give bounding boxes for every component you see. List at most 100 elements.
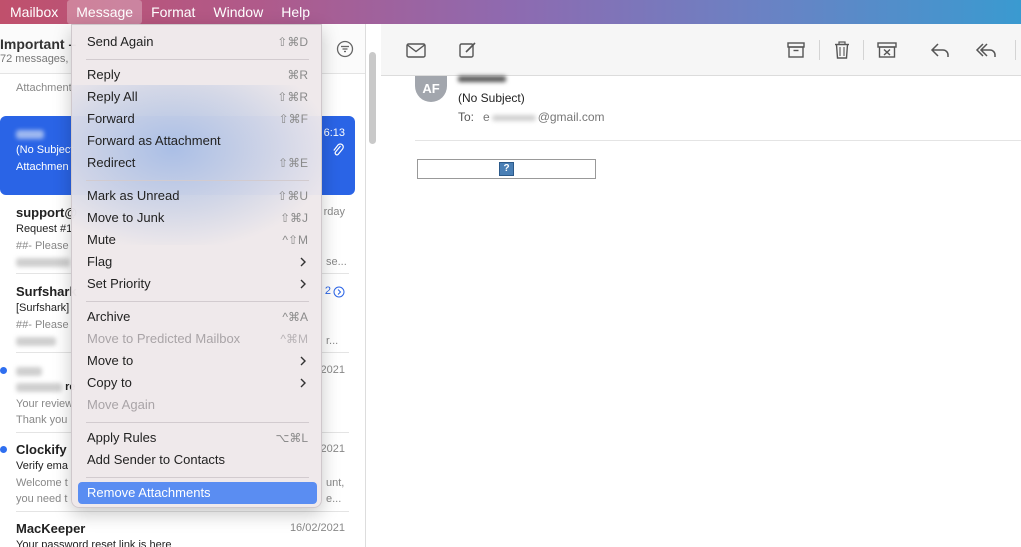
menu-item-forward[interactable]: Forward ⇧⌘F <box>78 108 317 130</box>
message-date: 2021 <box>320 443 345 455</box>
menu-item-shortcut: ⇧⌘R <box>277 90 308 104</box>
list-scrollbar[interactable] <box>369 52 376 144</box>
broken-image-icon: ? <box>499 162 514 176</box>
menu-item-send-again[interactable]: Send Again ⇧⌘D <box>78 31 317 53</box>
message-date: 16/02/2021 <box>289 522 345 534</box>
menu-item-label: Move to Junk <box>87 210 165 225</box>
menu-item-shortcut: ⇧⌘D <box>277 35 308 49</box>
menubar-help[interactable]: Help <box>272 0 319 24</box>
menu-item-label: Forward <box>87 111 135 126</box>
menu-item-reply[interactable]: Reply ⌘R <box>78 64 317 86</box>
menu-item-label: Reply <box>87 67 121 82</box>
message-preview: ##- Please <box>16 240 69 252</box>
menu-item-add-sender-to-contacts[interactable]: Add Sender to Contacts <box>78 449 317 471</box>
message-date: 2021 <box>320 364 345 376</box>
menu-item-shortcut: ^⌘A <box>282 310 308 324</box>
menu-item-remove-attachments[interactable]: Remove Attachments <box>78 482 317 504</box>
menubar-message[interactable]: Message <box>67 0 143 24</box>
message-date: rday <box>323 206 345 218</box>
menu-item-label: Archive <box>87 309 131 324</box>
menubar-window[interactable]: Window <box>204 0 272 24</box>
reply-icon[interactable] <box>929 40 951 60</box>
menu-item-shortcut: ⇧⌘U <box>277 189 308 203</box>
menu-item-archive[interactable]: Archive ^⌘A <box>78 306 317 328</box>
menu-item-label: Mark as Unread <box>87 188 180 203</box>
menubar-format[interactable]: Format <box>142 0 204 24</box>
message-sender <box>16 126 44 141</box>
message-date: 2 <box>324 285 331 297</box>
list-item[interactable]: MacKeeper 16/02/2021 Your password reset… <box>0 516 355 547</box>
message-preview-line2 <box>16 335 56 347</box>
menu-item-move-to[interactable]: Move to <box>78 350 317 372</box>
menu-item-label: Mute <box>87 232 116 247</box>
toolbar-divider <box>1015 40 1016 60</box>
message-subject-header: (No Subject) <box>458 91 525 105</box>
new-message-envelope-icon[interactable] <box>405 40 427 60</box>
menu-item-label: Set Priority <box>87 276 151 291</box>
message-sender: MacKeeper <box>16 521 86 536</box>
menu-item-shortcut: ^⌘M <box>280 332 308 346</box>
submenu-chevron-icon <box>300 257 306 267</box>
missing-image-placeholder: ? <box>417 159 596 179</box>
unread-dot <box>0 446 7 453</box>
message-preview: ##- Please <box>16 319 69 331</box>
menu-item-shortcut: ^⇧M <box>282 233 308 247</box>
submenu-chevron-icon <box>300 356 306 366</box>
thread-chevron-icon[interactable] <box>333 286 345 298</box>
message-date: 6:13 <box>323 127 345 139</box>
compose-icon[interactable] <box>457 40 479 60</box>
trash-icon[interactable] <box>831 40 853 60</box>
menu-item-forward-as-attachment[interactable]: Forward as Attachment <box>78 130 317 152</box>
menu-separator <box>86 422 309 423</box>
header-separator <box>415 140 1021 141</box>
message-preview-tail: unt, <box>326 477 345 489</box>
toolbar-divider <box>819 40 820 60</box>
reply-all-icon[interactable] <box>975 40 997 60</box>
message-subject: (No Subject <box>16 144 74 156</box>
recipient-address[interactable]: e @gmail.com <box>483 110 605 124</box>
message-subject: Your password reset link is here <box>16 539 172 547</box>
menu-item-label: Move Again <box>87 397 155 412</box>
menu-item-redirect[interactable]: Redirect ⇧⌘E <box>78 152 317 174</box>
menu-item-label: Move to <box>87 353 134 368</box>
archive-icon[interactable] <box>785 40 807 60</box>
menubar-mailbox[interactable]: Mailbox <box>0 0 67 24</box>
menu-item-move-to-junk[interactable]: Move to Junk ⇧⌘J <box>78 207 317 229</box>
message-sender: support@ <box>16 205 78 220</box>
row-separator <box>16 511 349 512</box>
message-preview-line2 <box>16 256 70 268</box>
message-subject: Verify ema <box>16 460 68 472</box>
menu-item-label: Copy to <box>87 375 132 390</box>
message-sender: Surfshark <box>16 284 77 299</box>
message-preview: Attachment <box>16 82 72 94</box>
menu-item-label: Forward as Attachment <box>87 133 221 148</box>
menu-item-mark-as-unread[interactable]: Mark as Unread ⇧⌘U <box>78 185 317 207</box>
message-sender <box>16 363 42 378</box>
menu-item-label: Apply Rules <box>87 430 157 445</box>
menu-item-move-to-predicted-mailbox: Move to Predicted Mailbox ^⌘M <box>78 328 317 350</box>
menu-item-move-again: Move Again <box>78 394 317 416</box>
filter-icon[interactable] <box>336 40 354 58</box>
menu-item-shortcut: ⇧⌘F <box>278 112 308 126</box>
menu-item-mute[interactable]: Mute ^⇧M <box>78 229 317 251</box>
menu-item-apply-rules[interactable]: Apply Rules ⌥⌘L <box>78 427 317 449</box>
menu-item-shortcut: ⌘R <box>287 68 308 82</box>
mailbox-title: Important – <box>0 36 77 52</box>
message-subject: re <box>16 381 75 393</box>
submenu-chevron-icon <box>300 378 306 388</box>
to-label: To: <box>458 110 475 124</box>
menu-item-copy-to[interactable]: Copy to <box>78 372 317 394</box>
message-subject: Request #1 <box>16 223 73 235</box>
menu-item-flag[interactable]: Flag <box>78 251 317 273</box>
menu-item-set-priority[interactable]: Set Priority <box>78 273 317 295</box>
menu-item-label: Remove Attachments <box>87 485 211 500</box>
message-reading-pane: AF (No Subject) To: e @gmail.com ? <box>381 76 1021 547</box>
menu-separator <box>86 477 309 478</box>
menu-item-label: Flag <box>87 254 113 269</box>
menu-item-label: Send Again <box>87 34 154 49</box>
message-preview: Welcome t <box>16 477 68 489</box>
message-preview-tail: se... <box>326 256 347 268</box>
message-preview-line2: Thank you <box>16 414 68 426</box>
menu-item-reply-all[interactable]: Reply All ⇧⌘R <box>78 86 317 108</box>
junk-icon[interactable] <box>876 40 898 60</box>
